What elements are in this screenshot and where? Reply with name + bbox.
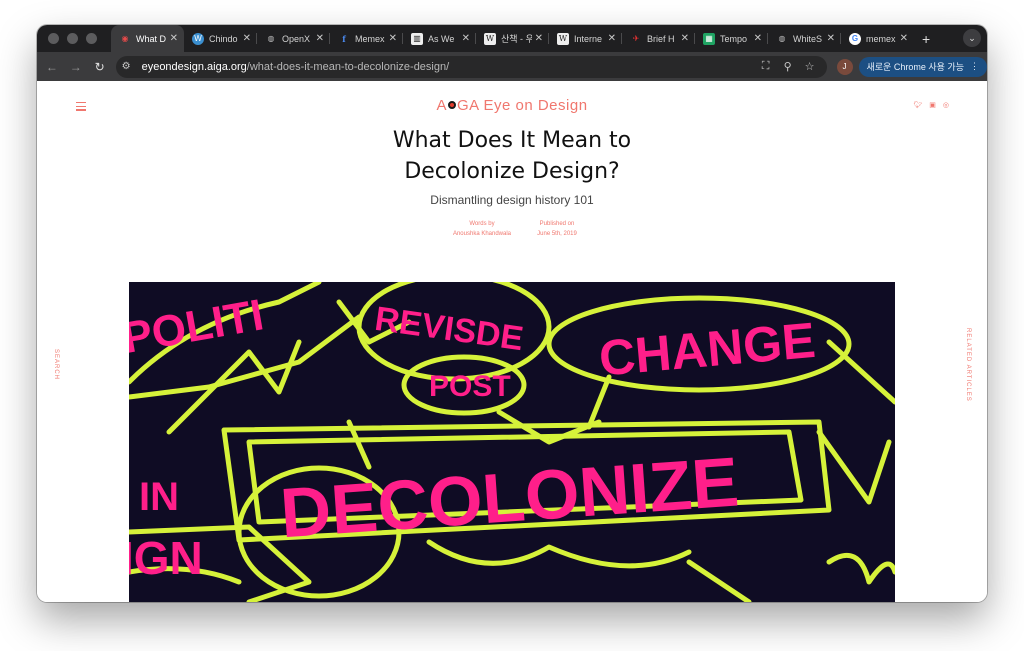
close-tab-icon[interactable]: ✕ <box>754 33 762 44</box>
url-text[interactable]: eyeondesign.aiga.org/what-does-it-mean-t… <box>142 61 755 73</box>
twitter-icon[interactable]: 🐦︎ <box>913 101 922 109</box>
browser-toolbar: ← → ↻ ⚙ eyeondesign.aiga.org/what-does-i… <box>37 52 987 81</box>
close-tab-icon[interactable]: ✕ <box>462 33 470 44</box>
social-links: 🐦︎ ▣ ◎ <box>913 101 949 109</box>
url-path: /what-does-it-mean-to-decolonize-design/ <box>246 60 450 73</box>
tab-tempo[interactable]: ▦ Tempo ✕ <box>695 25 768 52</box>
close-tab-icon[interactable]: ✕ <box>535 33 543 44</box>
search-side-link[interactable]: SEARCH <box>53 349 59 380</box>
tab-what-does-it-mean[interactable]: ◉ What D ✕ <box>111 25 184 52</box>
published-label: Published on <box>539 221 575 227</box>
close-tab-icon[interactable]: ✕ <box>900 33 908 44</box>
related-articles-side-link[interactable]: RELATED ARTICLES <box>965 328 971 402</box>
publish-date: Published on June 5th, 2019 <box>522 219 592 239</box>
byline: Words by Anoushka Khandwala <box>442 219 522 239</box>
tab-as-we[interactable]: ▥ As We ✕ <box>403 25 476 52</box>
profile-avatar[interactable]: J <box>836 58 853 75</box>
facebook-icon: f <box>342 33 346 44</box>
tab-internet[interactable]: W Interne ✕ <box>549 25 622 52</box>
tab-label: OpenX <box>282 33 311 44</box>
tab-sanchaek[interactable]: W 산책 - 우 ✕ <box>476 25 549 52</box>
article-title: What Does It Mean to Decolonize Design? <box>37 125 987 187</box>
plane-icon: ✈ <box>632 34 640 43</box>
back-button[interactable]: ← <box>40 60 64 74</box>
logo-text-left: A <box>436 97 447 114</box>
close-tab-icon[interactable]: ✕ <box>827 33 835 44</box>
tab-label: As We <box>428 33 455 44</box>
close-tab-icon[interactable]: ✕ <box>316 33 324 44</box>
tab-label: Memex <box>355 33 385 44</box>
wikipedia-icon: W <box>484 32 496 45</box>
google-icon: G <box>849 32 861 45</box>
facebook-icon[interactable]: ▣ <box>929 101 936 109</box>
window-controls <box>48 33 97 44</box>
forward-button[interactable]: → <box>64 60 88 74</box>
close-tab-icon[interactable]: ✕ <box>608 33 616 44</box>
eye-icon: ◉ <box>121 34 129 43</box>
hero-word-in: IN <box>139 475 179 519</box>
wikipedia-icon: W <box>557 32 569 45</box>
close-tab-icon[interactable]: ✕ <box>243 33 251 44</box>
article-title-line-2: Decolonize Design? <box>404 159 620 184</box>
update-chrome-button[interactable]: 새로운 Chrome 사용 가능 ⋮ <box>858 56 987 77</box>
address-bar[interactable]: ⚙ eyeondesign.aiga.org/what-does-it-mean… <box>115 55 827 78</box>
zoom-window-button[interactable] <box>86 33 97 44</box>
reload-button[interactable]: ↻ <box>88 60 112 74</box>
hero-word-post: POST <box>429 370 511 403</box>
site-logo[interactable]: A GA Eye on Design <box>37 97 987 114</box>
hero-image: POLITI REVISDE POST CHANGE DECOLONIZE IN… <box>129 282 895 602</box>
close-tab-icon[interactable]: ✕ <box>170 33 178 44</box>
tab-whites[interactable]: ◍ WhiteS ✕ <box>768 25 841 52</box>
sheets-icon: ▦ <box>703 32 715 45</box>
url-host: eyeondesign.aiga.org <box>141 60 247 73</box>
article-subtitle: Dismantling design history 101 <box>430 193 594 207</box>
columns-icon: ▥ <box>411 32 423 45</box>
more-menu-icon[interactable]: ⋮ <box>970 61 979 72</box>
close-window-button[interactable] <box>48 33 59 44</box>
zoom-icon[interactable]: ⚲ <box>777 60 799 73</box>
date-value: June 5th, 2019 <box>537 231 577 237</box>
globe-icon: ◍ <box>267 34 275 43</box>
page-content: A GA Eye on Design 🐦︎ ▣ ◎ What Does It Me… <box>37 81 987 602</box>
wordpress-icon: W <box>192 32 204 45</box>
tab-memex-google[interactable]: G memex ✕ <box>841 25 914 52</box>
tab-search-menu-button[interactable]: ⌄ <box>963 29 981 47</box>
tab-strip: ◉ What D ✕ W Chindo ✕ ◍ OpenX ✕ f Memex … <box>37 25 987 52</box>
tab-label: What D <box>136 33 167 44</box>
author-link[interactable]: Anoushka Khandwala <box>442 229 522 239</box>
update-chrome-label: 새로운 Chrome 사용 가능 <box>866 62 964 72</box>
tab-label: 산책 - 우 <box>501 34 532 44</box>
site-settings-icon[interactable]: ⚙ <box>122 61 138 72</box>
tab-memex[interactable]: f Memex ✕ <box>330 25 403 52</box>
tab-openx[interactable]: ◍ OpenX ✕ <box>257 25 330 52</box>
logo-text-right: GA Eye on Design <box>456 97 588 114</box>
tab-label: memex <box>866 33 896 44</box>
new-tab-button[interactable]: + <box>922 31 930 47</box>
logo-eye-icon <box>447 101 456 110</box>
tab-label: Tempo <box>720 33 748 44</box>
close-tab-icon[interactable]: ✕ <box>389 33 397 44</box>
hero-word-ign: IGN <box>129 532 203 584</box>
hero-illustration: POLITI REVISDE POST CHANGE DECOLONIZE IN… <box>129 282 895 602</box>
tab-label: Interne <box>574 33 603 44</box>
tab-brief-history[interactable]: ✈ Brief H ✕ <box>622 25 695 52</box>
tab-chindo[interactable]: W Chindo ✕ <box>184 25 257 52</box>
minimize-window-button[interactable] <box>67 33 78 44</box>
bookmark-star-icon[interactable]: ☆ <box>799 60 821 73</box>
tab-label: WhiteS <box>793 33 823 44</box>
tab-label: Chindo <box>209 33 238 44</box>
instagram-icon[interactable]: ◎ <box>943 101 949 109</box>
browser-window: ◉ What D ✕ W Chindo ✕ ◍ OpenX ✕ f Memex … <box>37 25 987 602</box>
tab-label: Brief H <box>647 33 675 44</box>
translate-icon[interactable]: ⛶ <box>755 60 777 73</box>
chevron-down-icon: ⌄ <box>968 32 976 43</box>
article-title-line-1: What Does It Mean to <box>392 128 632 153</box>
close-tab-icon[interactable]: ✕ <box>681 33 689 44</box>
words-by-label: Words by <box>469 221 495 227</box>
globe-icon: ◍ <box>778 34 786 43</box>
